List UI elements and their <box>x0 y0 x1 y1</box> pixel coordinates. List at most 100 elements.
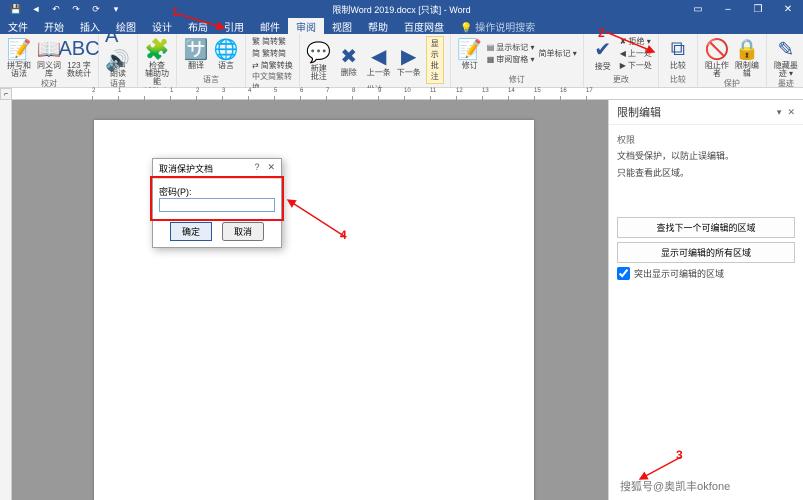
save-icon[interactable]: 💾 <box>10 3 22 15</box>
ruler-tick: 8 <box>352 88 378 100</box>
cancel-button[interactable]: 取消 <box>222 222 264 241</box>
ribbon-button-比较[interactable]: ⧉比较 <box>665 36 691 70</box>
close-button[interactable]: ✕ <box>773 0 803 18</box>
ribbon-button-阻止作者[interactable]: 🚫阻止作者 <box>704 36 730 78</box>
group-label: 语言 <box>203 74 219 85</box>
show-all-regions-button[interactable]: 显示可编辑的所有区域 <box>617 242 795 263</box>
restore-button[interactable]: ❐ <box>743 0 773 18</box>
123 字数统计-icon: ABC <box>66 36 92 62</box>
panel-dropdown-icon[interactable]: ▾ <box>777 107 782 118</box>
group-label: 更改 <box>613 74 629 85</box>
ribbon-button-删除[interactable]: ✖删除 <box>336 43 362 77</box>
minimize-button[interactable]: – <box>713 0 743 18</box>
大声 朗读-icon: A🔊 <box>105 36 131 62</box>
ribbon-group-语音: A🔊大声 朗读语音 <box>99 34 138 87</box>
refresh-icon[interactable]: ⟳ <box>90 3 102 15</box>
password-label: 密码(P): <box>159 185 275 198</box>
tell-me-search[interactable]: 💡 操作说明搜索 <box>452 18 543 34</box>
ruler-tick: 2 <box>196 88 222 100</box>
panel-title: 限制编辑 <box>617 104 661 120</box>
ribbon-button-修订[interactable]: 📝修订 <box>457 36 483 70</box>
document-title: 限制Word 2019.docx [只读] - Word <box>332 3 470 16</box>
ribbon-group-辅助功能: 🧩检查 辅助功能辅助功能 <box>138 34 177 87</box>
ribbon-group-语言: 🈂️翻译🌐语言语言 <box>177 34 246 87</box>
tab-设计[interactable]: 设计 <box>144 18 180 34</box>
window-controls: ▭ – ❐ ✕ <box>683 0 803 18</box>
ruler-tick: 7 <box>326 88 352 100</box>
watermark: 搜狐号@奥凯丰okfone <box>620 478 730 494</box>
tab-百度网盘[interactable]: 百度网盘 <box>396 18 452 34</box>
document-canvas[interactable] <box>12 100 608 500</box>
ribbon-group-批注: 💬新建 批注✖删除◀上一条▶下一条显示批注批注 <box>300 34 451 87</box>
ok-button[interactable]: 确定 <box>170 222 212 241</box>
ribbon-button-新建批注[interactable]: 💬新建 批注 <box>306 39 332 81</box>
show-comments-button[interactable]: 显示批注 <box>426 36 444 84</box>
ribbon-button-繁转简[interactable]: 简繁转简 <box>252 48 293 59</box>
下一条-icon: ▶ <box>396 43 422 69</box>
redo-icon[interactable]: ↷ <box>70 3 82 15</box>
qat-more-icon[interactable]: ▾ <box>110 3 122 15</box>
password-input[interactable] <box>159 198 275 212</box>
annotation-1: 1 <box>172 5 179 19</box>
ribbon: 📝拼写和语法📖同义词库ABC123 字数统计校对A🔊大声 朗读语音🧩检查 辅助功… <box>0 34 803 88</box>
ribbon-button-简转繁[interactable]: 繁简转繁 <box>252 36 293 47</box>
quick-access-toolbar: 💾 ◄ ↶ ↷ ⟳ ▾ <box>0 3 122 15</box>
restrict-editing-panel: 限制编辑 ▾ ✕ 权限 文档受保护，以防止误编辑。 只能查看此区域。 查找下一个… <box>608 100 803 500</box>
ruler-tick: 4 <box>248 88 274 100</box>
arrow-2 <box>604 30 664 65</box>
tab-插入[interactable]: 插入 <box>72 18 108 34</box>
ribbon-button-上一条[interactable]: ◀上一条 <box>366 43 392 77</box>
dialog-help-icon[interactable]: ? <box>254 162 259 175</box>
tab-审阅[interactable]: 审阅 <box>288 18 324 34</box>
ribbon-button-简繁转换[interactable]: ⇄简繁转换 <box>252 60 293 71</box>
unprotect-document-dialog: 取消保护文档 ? ✕ 密码(P): 确定 取消 <box>152 158 282 248</box>
ruler-corner: ⌐ <box>0 88 12 100</box>
tab-文件[interactable]: 文件 <box>0 18 36 34</box>
ribbon-button-123字数统计[interactable]: ABC123 字数统计 <box>66 36 92 78</box>
ruler-tick: 9 <box>378 88 404 100</box>
ribbon-button-隐藏墨迹▾[interactable]: ✎隐藏墨 迹 ▾ <box>773 36 799 78</box>
panel-close-icon[interactable]: ✕ <box>787 107 795 118</box>
ribbon-button-检查辅助功能[interactable]: 🧩检查 辅助功能 <box>144 36 170 86</box>
back-icon[interactable]: ◄ <box>30 3 42 15</box>
tab-开始[interactable]: 开始 <box>36 18 72 34</box>
tab-邮件[interactable]: 邮件 <box>252 18 288 34</box>
group-label: 比较 <box>670 74 686 85</box>
ribbon-button-显示标记▾[interactable]: ▤显示标记 ▾ <box>487 42 535 53</box>
group-label: 修订 <box>509 74 525 85</box>
ribbon-dropdown[interactable]: 简单标记 ▾ <box>539 48 577 59</box>
新建 批注-icon: 💬 <box>306 39 332 65</box>
ruler-tick: 16 <box>560 88 586 100</box>
panel-section-label: 权限 <box>617 133 795 146</box>
ruler-tick: 10 <box>404 88 430 100</box>
隐藏墨 迹 ▾-icon: ✎ <box>773 36 799 62</box>
find-next-region-button[interactable]: 查找下一个可编辑的区域 <box>617 217 795 238</box>
ruler-tick: 13 <box>482 88 508 100</box>
ribbon-button-语言[interactable]: 🌐语言 <box>213 36 239 70</box>
ribbon-button-审阅窗格▾[interactable]: ▦审阅窗格 ▾ <box>487 54 535 65</box>
ribbon-group-比较: ⧉比较比较 <box>659 34 698 87</box>
annotation-4: 4 <box>340 228 347 242</box>
拼写和语法-icon: 📝 <box>6 36 32 62</box>
highlight-regions-checkbox[interactable]: 突出显示可编辑的区域 <box>617 267 795 280</box>
ribbon-options-icon[interactable]: ▭ <box>683 0 713 18</box>
panel-text-2: 只能查看此区域。 <box>617 167 795 180</box>
dialog-close-icon[interactable]: ✕ <box>267 162 275 175</box>
undo-icon[interactable]: ↶ <box>50 3 62 15</box>
ruler-tick: 15 <box>534 88 560 100</box>
tab-视图[interactable]: 视图 <box>324 18 360 34</box>
ruler-tick: 2 <box>92 88 118 100</box>
ruler-tick: 14 <box>508 88 534 100</box>
ribbon-button-限制编辑[interactable]: 🔒限制编辑 <box>734 36 760 78</box>
tab-帮助[interactable]: 帮助 <box>360 18 396 34</box>
ribbon-button-翻译[interactable]: 🈂️翻译 <box>183 36 209 70</box>
ribbon-button-下一条[interactable]: ▶下一条 <box>396 43 422 77</box>
ribbon-button-大声朗读[interactable]: A🔊大声 朗读 <box>105 36 131 78</box>
ribbon-group-墨迹: ✎隐藏墨 迹 ▾墨迹 <box>767 34 803 87</box>
ruler-tick: 17 <box>586 88 612 100</box>
title-bar: 💾 ◄ ↶ ↷ ⟳ ▾ 限制Word 2019.docx [只读] - Word… <box>0 0 803 18</box>
annotation-3: 3 <box>676 448 683 462</box>
highlight-regions-checkbox-input[interactable] <box>617 267 630 280</box>
highlight-regions-label: 突出显示可编辑的区域 <box>634 267 724 280</box>
ribbon-button-拼写和语法[interactable]: 📝拼写和语法 <box>6 36 32 78</box>
